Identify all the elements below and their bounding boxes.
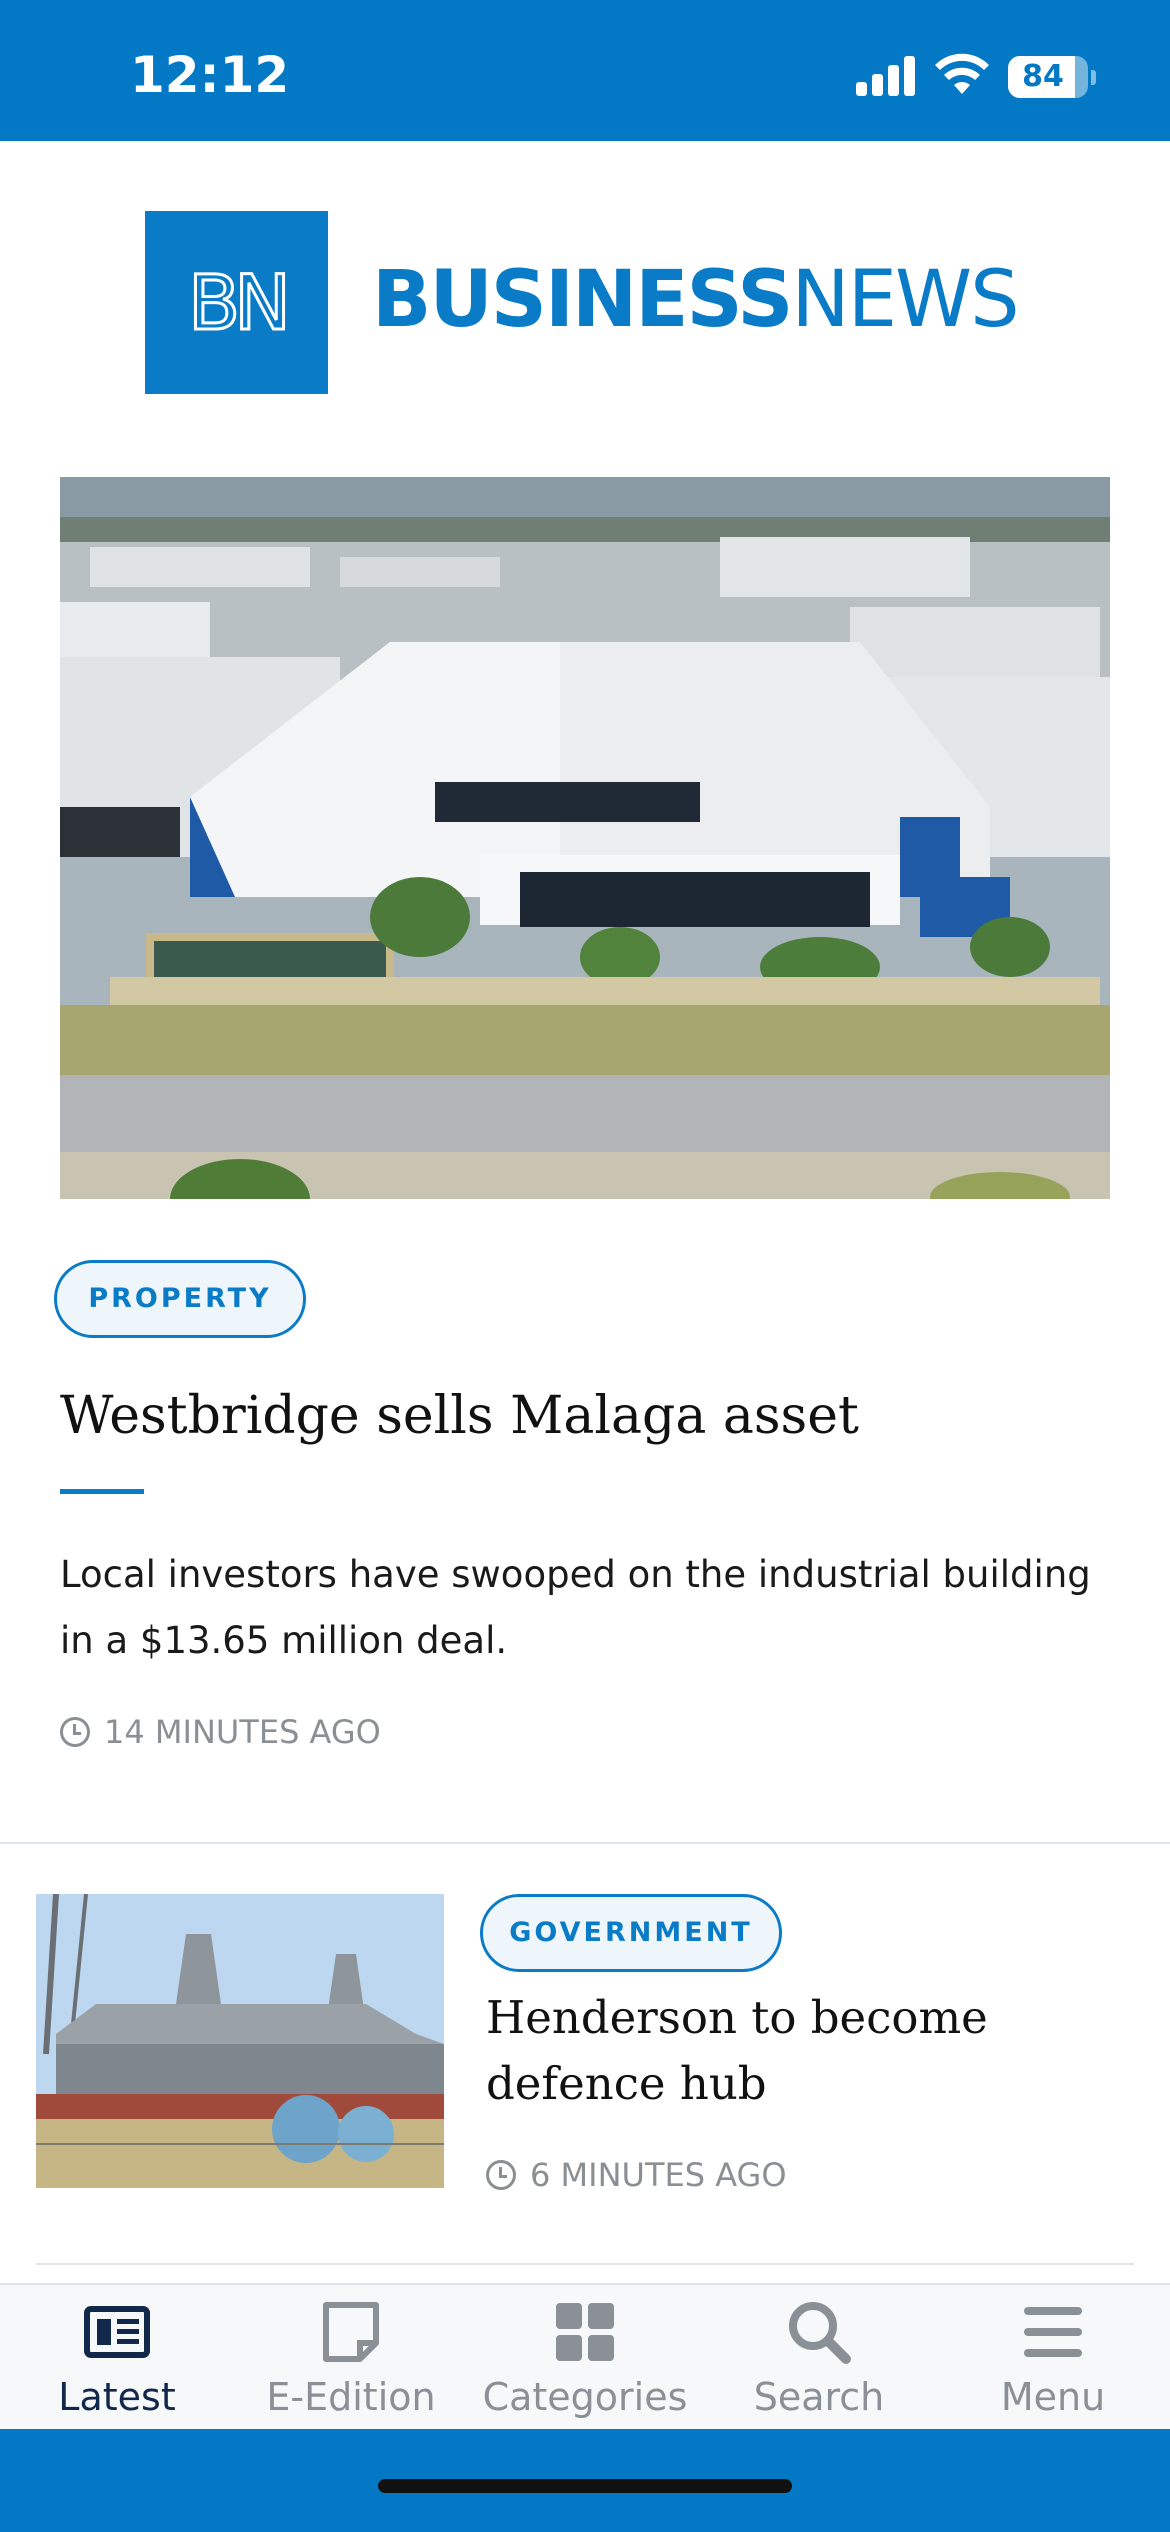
- featured-article-headline[interactable]: Westbridge sells Malaga asset: [60, 1380, 1120, 1452]
- cellular-signal-icon: [856, 54, 916, 96]
- category-badge-property[interactable]: PROPERTY: [54, 1260, 306, 1338]
- clock-icon: [486, 2160, 516, 2190]
- bottom-tab-bar: Latest E-Edition Categories Search Menu: [0, 2283, 1170, 2429]
- tab-latest[interactable]: Latest: [0, 2285, 234, 2431]
- clock-icon: [60, 1717, 90, 1747]
- wifi-icon: [935, 53, 989, 94]
- category-badge-government[interactable]: GOVERNMENT: [480, 1894, 782, 1972]
- newspaper-icon: [84, 2306, 150, 2358]
- tab-e-edition[interactable]: E-Edition: [234, 2285, 468, 2431]
- status-bar: 12:12 84: [0, 0, 1170, 141]
- search-icon: [789, 2302, 851, 2364]
- timestamp-text: 6 MINUTES AGO: [530, 2156, 787, 2194]
- tab-label: Latest: [58, 2375, 176, 2419]
- business-news-logo-mark[interactable]: BN: [145, 211, 328, 394]
- article-separator: [36, 2263, 1134, 2265]
- tab-label: E-Edition: [266, 2375, 436, 2419]
- tab-categories[interactable]: Categories: [468, 2285, 702, 2431]
- article-timestamp: 6 MINUTES AGO: [486, 2156, 787, 2194]
- tab-search[interactable]: Search: [702, 2285, 936, 2431]
- business-news-logo-wordmark[interactable]: BUSINESSNEWS: [372, 255, 1020, 345]
- featured-article-image[interactable]: [60, 477, 1110, 1199]
- status-time: 12:12: [130, 46, 290, 104]
- grid-icon: [556, 2303, 614, 2361]
- document-icon: [323, 2302, 379, 2362]
- logo-mark-text: BN: [187, 257, 293, 349]
- industrial-building-photo: [60, 477, 1110, 1199]
- timestamp-text: 14 MINUTES AGO: [104, 1713, 381, 1751]
- logo-word-bold: BUSINESS: [372, 255, 793, 345]
- tab-menu[interactable]: Menu: [936, 2285, 1170, 2431]
- battery-tip: [1091, 70, 1096, 85]
- tab-label: Categories: [482, 2375, 688, 2419]
- battery-icon: 84: [1008, 56, 1088, 98]
- battery-percentage: 84: [1022, 59, 1064, 94]
- featured-article-summary: Local investors have swooped on the indu…: [60, 1553, 1091, 1662]
- logo-word-light: NEWS: [791, 255, 1019, 345]
- tab-label: Search: [753, 2375, 885, 2419]
- headline-accent-divider: [60, 1489, 144, 1494]
- section-separator: [0, 1842, 1170, 1844]
- navy-ship-photo: [36, 1894, 444, 2188]
- home-indicator[interactable]: [378, 2479, 792, 2493]
- tab-label: Menu: [1000, 2375, 1106, 2419]
- featured-article-timestamp: 14 MINUTES AGO: [60, 1713, 381, 1751]
- article-thumbnail-image[interactable]: [36, 1894, 444, 2188]
- hamburger-menu-icon: [1024, 2307, 1082, 2357]
- article-headline[interactable]: Henderson to become defence hub: [486, 1985, 1126, 2117]
